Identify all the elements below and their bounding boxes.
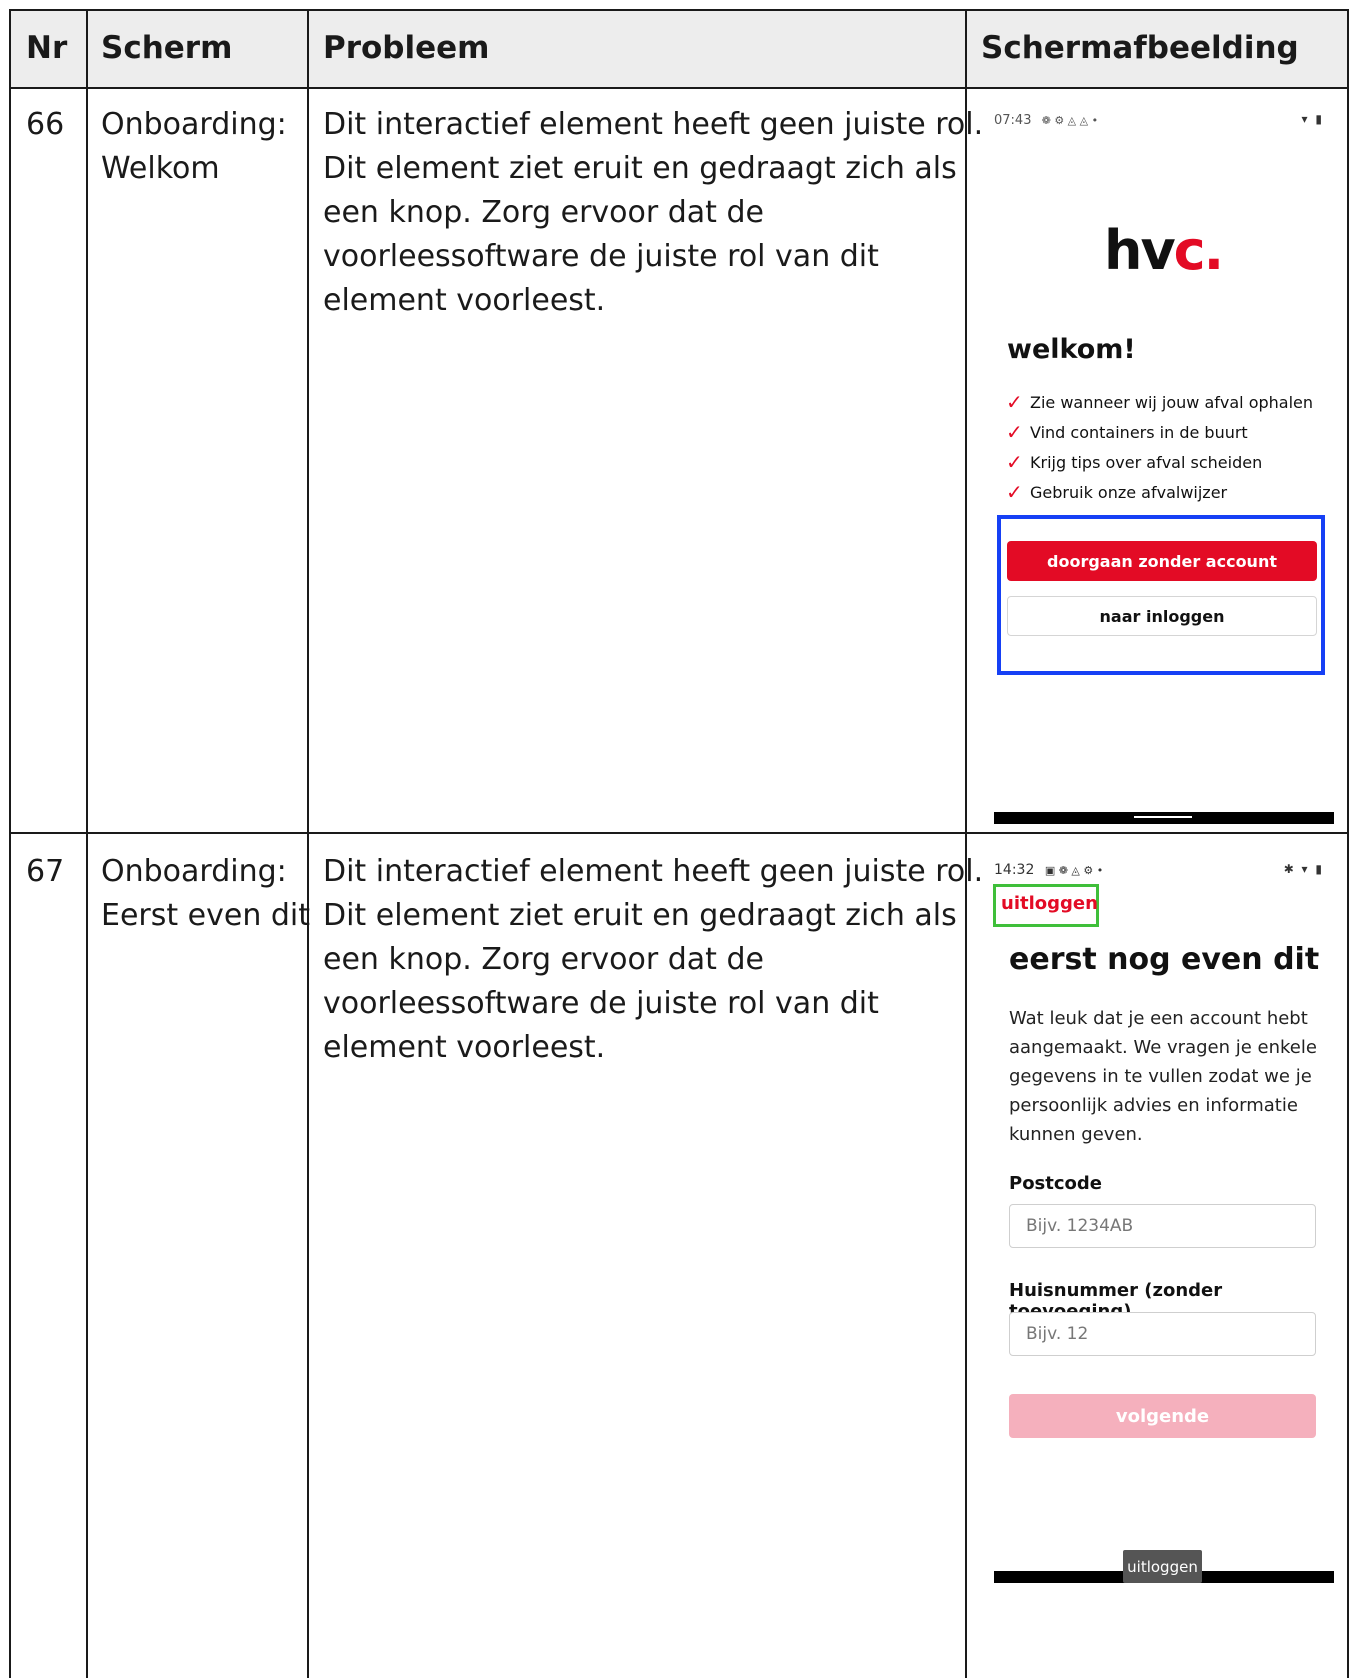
problem-description: Dit interactief element heeft geen juist…: [323, 854, 984, 1065]
status-bar: 14:32 ▣ ❁ ◬ ⚙ •: [994, 862, 1103, 878]
intro-text: Wat leuk dat je een account hebt aangema…: [1009, 1008, 1317, 1145]
huisnummer-input[interactable]: [1009, 1312, 1316, 1356]
status-icons: ▣ ❁ ◬ ⚙ •: [1044, 864, 1104, 877]
check-icon: ✓: [1006, 420, 1023, 444]
postcode-label: Postcode: [1009, 1173, 1103, 1194]
check-icon: ✓: [1006, 450, 1023, 474]
table-border-top: [9, 9, 1349, 11]
list-item: ✓ Vind containers in de buurt: [1006, 420, 1248, 444]
header-schermafbeelding: Schermafbeelding: [981, 30, 1299, 66]
postcode-input[interactable]: [1009, 1204, 1316, 1248]
next-button[interactable]: volgende: [1009, 1394, 1316, 1438]
column-divider: [307, 9, 309, 1678]
row-number: 67: [26, 854, 65, 889]
home-handle[interactable]: [1134, 816, 1192, 818]
screen-name: Onboarding: Eerst even dit: [101, 854, 311, 933]
column-divider: [86, 9, 88, 1678]
check-icon: ✓: [1006, 390, 1023, 414]
status-time: 07:43: [994, 113, 1032, 128]
feature-list: ✓ Zie wanneer wij jouw afval ophalen ✓ Vin…: [1006, 387, 1313, 507]
header-probleem: Probleem: [323, 30, 490, 66]
table-border-right: [1347, 9, 1349, 1678]
tooltip: uitloggen: [1123, 1550, 1202, 1583]
status-bar: 07:43 ❁ ⚙ ◬ ◬ •: [994, 113, 1098, 128]
signal-battery-icon: ✱ ▾ ▮: [1283, 862, 1324, 876]
hvc-logo: hvc.: [1104, 219, 1224, 282]
continue-without-account-button[interactable]: doorgaan zonder account: [1007, 541, 1317, 581]
screenshot-eerst-even-dit: 14:32 ▣ ❁ ◬ ⚙ • ✱ ▾ ▮ uitloggen eerst no…: [984, 846, 1334, 1678]
header-scherm: Scherm: [101, 30, 233, 66]
status-time: 14:32: [994, 862, 1035, 878]
list-item: ✓ Zie wanneer wij jouw afval ophalen: [1006, 390, 1314, 414]
row-number: 66: [26, 107, 65, 142]
header-nr: Nr: [26, 30, 68, 66]
row-divider: [9, 832, 1349, 834]
table-border-left: [9, 9, 11, 1678]
list-item: ✓ Gebruik onze afvalwijzer: [1006, 480, 1228, 504]
logout-link[interactable]: uitloggen: [1001, 893, 1098, 914]
signal-battery-icon: ▾ ▮: [1301, 112, 1324, 126]
login-button[interactable]: naar inloggen: [1007, 596, 1317, 636]
problem-description: Dit interactief element heeft geen juist…: [323, 107, 984, 318]
screen-name: Onboarding: Welkom: [101, 107, 287, 186]
header-divider: [9, 87, 1349, 89]
issues-table: Nr Scherm Probleem Schermafbeelding 66 O…: [9, 9, 1349, 1678]
page-title: eerst nog even dit: [1009, 942, 1320, 977]
check-icon: ✓: [1006, 480, 1023, 504]
screenshot-welkom: 07:43 ❁ ⚙ ◬ ◬ • ▾ ▮ hvc. welkom! ✓ Zie wa…: [984, 99, 1334, 829]
highlight-box: [997, 515, 1325, 675]
status-icons: ❁ ⚙ ◬ ◬ •: [1041, 114, 1099, 127]
welcome-title: welkom!: [1007, 334, 1136, 365]
navigation-bar: [994, 812, 1334, 824]
list-item: ✓ Krijg tips over afval scheiden: [1006, 450, 1263, 474]
